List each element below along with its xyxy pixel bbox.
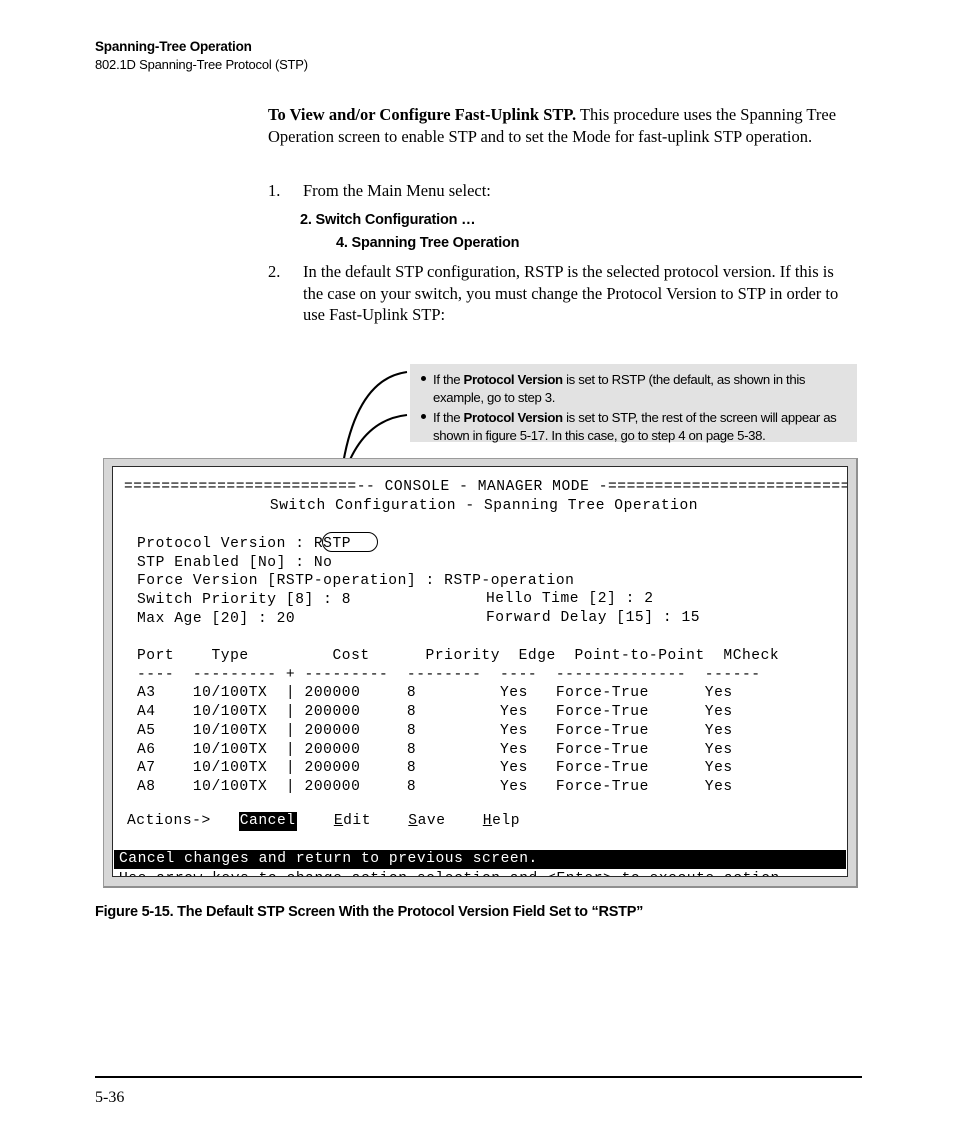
action-help-accel: H [482,813,493,829]
terminal-status-bar: Cancel changes and return to previous sc… [114,850,846,869]
intro-lead: To View and/or Configure Fast-Uplink STP… [268,105,577,124]
terminal-screen: =========================-- CONSOLE - MA… [112,466,848,877]
table-rule-row: ---- --------- + --------- -------- ----… [137,666,761,683]
field-stp-enabled-text: STP Enabled [No] : No [137,554,333,571]
field-hello-time-text: Hello Time [2] : 2 [486,591,654,608]
step-1-text: From the Main Menu select: [303,181,491,200]
callout-item-1: If the Protocol Version is set to RSTP (… [421,371,851,406]
field-max-age[interactable]: Max Age [20] : 20 Forward Delay [15] : 1… [137,609,700,628]
callout-list: If the Protocol Version is set to RSTP (… [410,364,857,444]
running-head-title: Spanning-Tree Operation [95,39,252,54]
terminal-figure-frame: =========================-- CONSOLE - MA… [103,458,858,888]
page-number: 5-36 [95,1089,125,1106]
terminal-banner: =========================-- CONSOLE - MA… [124,479,848,495]
step-2-number: 2. [268,262,281,281]
table-row[interactable]: A3 10/100TX | 200000 8 Yes Force-True Ye… [137,684,779,703]
callout-item-2-bold: Protocol Version [463,410,564,425]
field-force-version[interactable]: Force Version [RSTP-operation] : RSTP-op… [137,571,574,590]
field-force-version-text: Force Version [RSTP-operation] : RSTP-op… [137,573,575,590]
step-2-text: In the default STP configuration, RSTP i… [303,262,839,324]
menu-path: 2. Switch Configuration … 4. Spanning Tr… [300,209,520,255]
step-1: 1. From the Main Menu select: [268,180,856,202]
field-protocol-version-label: Protocol Version : [137,536,314,552]
action-edit-button[interactable]: Edit [334,812,371,831]
intro-paragraph: To View and/or Configure Fast-Uplink STP… [268,104,856,147]
table-row[interactable]: A4 10/100TX | 200000 8 Yes Force-True Ye… [137,703,779,722]
terminal-port-table: Port Type Cost Priority Edge Point-to-Po… [137,647,779,797]
action-save-button[interactable]: Save [408,812,445,831]
table-row[interactable]: A8 10/100TX | 200000 8 Yes Force-True Ye… [137,778,779,797]
callout-box: If the Protocol Version is set to RSTP (… [410,364,857,444]
terminal-actions-bar: Actions-> Cancel Edit Save Help [127,812,520,831]
action-help-button[interactable]: Help [483,812,520,831]
bullet-icon [421,414,426,419]
callout-item-1-pre: If the [433,372,464,387]
running-head: Spanning-Tree Operation 802.1D Spanning-… [95,38,695,73]
callout-item-2-pre: If the [433,410,464,425]
terminal-fields: Protocol Version : RSTP STP Enabled [No]… [137,531,700,628]
callout-item-1-bold: Protocol Version [463,372,564,387]
terminal-hint-line: Use arrow keys to change action selectio… [119,870,789,876]
menu-path-level-4: 4. Spanning Tree Operation [336,235,520,251]
field-switch-priority[interactable]: Switch Priority [8] : 8 Hello Time [2] :… [137,590,653,609]
callout-item-2: If the Protocol Version is set to STP, t… [421,409,851,444]
terminal-subtitle: Switch Configuration - Spanning Tree Ope… [269,497,699,514]
rstp-highlight-oval [322,531,378,552]
menu-path-level-2: 2. Switch Configuration … [300,212,476,228]
field-protocol-version[interactable]: Protocol Version : RSTP [137,531,574,553]
action-save-accel: S [408,813,418,829]
action-cancel-button[interactable]: Cancel [238,812,297,831]
table-row[interactable]: A6 10/100TX | 200000 8 Yes Force-True Ye… [137,741,779,760]
table-header-row: Port Type Cost Priority Edge Point-to-Po… [137,648,780,664]
figure-caption: Figure 5-15. The Default STP Screen With… [95,904,644,920]
actions-prompt: Actions-> [127,813,211,829]
bullet-icon [421,376,426,381]
step-1-number: 1. [268,181,281,200]
table-row[interactable]: A7 10/100TX | 200000 8 Yes Force-True Ye… [137,759,779,778]
field-stp-enabled[interactable]: STP Enabled [No] : No [137,553,574,572]
table-row[interactable]: A5 10/100TX | 200000 8 Yes Force-True Ye… [137,722,779,741]
field-max-age-text: Max Age [20] : 20 [137,610,296,627]
step-2: 2. In the default STP configuration, RST… [268,261,856,326]
field-forward-delay-text: Forward Delay [15] : 15 [486,609,701,626]
running-head-subtitle: 802.1D Spanning-Tree Protocol (STP) [95,57,308,72]
action-edit-accel: E [333,813,344,829]
footer-rule [95,1076,862,1078]
terminal-status-text: Cancel changes and return to previous sc… [119,851,538,867]
field-switch-priority-text: Switch Priority [8] : 8 [137,592,352,609]
